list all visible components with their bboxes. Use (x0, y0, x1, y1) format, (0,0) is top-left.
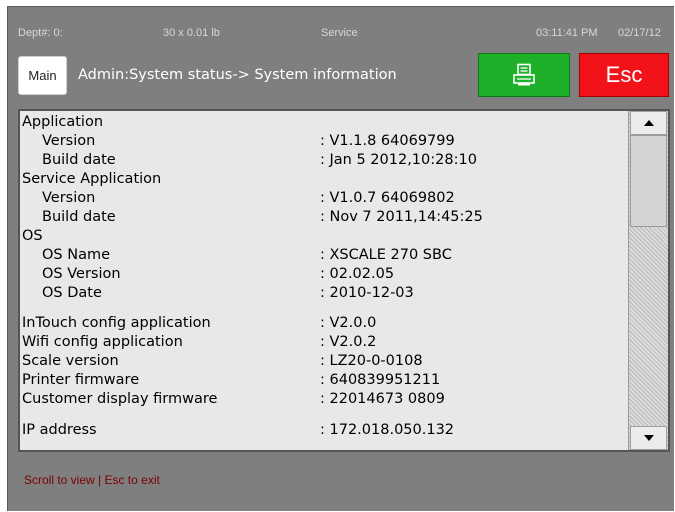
row-label: OS (22, 228, 43, 244)
row-value: : Nov 7 2011,14:45:25 (320, 209, 483, 225)
row-label: Service Application (22, 171, 162, 187)
row-printer-firmware: Printer firmware : 640839951211 (20, 372, 628, 391)
row-value: : V1.1.8 64069799 (320, 133, 455, 149)
system-info-panel[interactable]: Application Version : V1.1.8 64069799 Bu… (18, 109, 670, 452)
scroll-up-button[interactable] (630, 111, 667, 135)
row-label: OS Version (42, 266, 121, 282)
row-label: OS Name (42, 247, 111, 263)
row-value: : 640839951211 (320, 372, 441, 388)
row-wifi-config: Wifi config application : V2.0.2 (20, 334, 628, 353)
print-button[interactable] (478, 53, 570, 97)
section-application: Application (20, 114, 628, 133)
row-label: Build date (42, 209, 116, 225)
row-value: : LZ20-0-0108 (320, 353, 423, 369)
row-label: OS Date (42, 285, 102, 301)
system-info-list: Application Version : V1.1.8 64069799 Bu… (20, 111, 628, 450)
row-value: : 22014673 0809 (320, 391, 445, 407)
app-window: Dept#: 0: 30 x 0.01 lb Service 03:11:41 … (7, 6, 674, 511)
row-os-version: OS Version : 02.02.05 (20, 266, 628, 285)
row-service-build-date: Build date : Nov 7 2011,14:45:25 (20, 209, 628, 228)
row-value: : 172.018.050.132 (320, 422, 455, 438)
row-label: IP address (22, 422, 97, 438)
main-button[interactable]: Main (18, 56, 67, 95)
clock-date: 02/17/12 (618, 27, 661, 39)
mode-indicator: Service (321, 27, 358, 39)
row-label: Printer firmware (22, 372, 140, 388)
row-service-version: Version : V1.0.7 64069802 (20, 190, 628, 209)
row-label: Application (22, 114, 104, 130)
status-bar: Dept#: 0: 30 x 0.01 lb Service 03:11:41 … (8, 7, 674, 51)
row-value: : V2.0.2 (320, 334, 377, 350)
row-label: Customer display firmware (22, 391, 218, 407)
row-label: Scale version (22, 353, 119, 369)
row-value: : V1.0.7 64069802 (320, 190, 455, 206)
row-label: Version (42, 190, 96, 206)
dept-indicator: Dept#: 0: (18, 27, 63, 39)
row-os-date: OS Date : 2010-12-03 (20, 285, 628, 304)
row-app-version: Version : V1.1.8 64069799 (20, 133, 628, 152)
row-intouch-config: InTouch config application : V2.0.0 (20, 315, 628, 334)
arrow-down-icon (643, 435, 654, 441)
vertical-scrollbar[interactable] (628, 111, 668, 450)
row-value: : XSCALE 270 SBC (320, 247, 452, 263)
footer-hint: Scroll to view | Esc to exit (24, 473, 160, 487)
esc-button[interactable]: Esc (579, 53, 669, 97)
row-value: : Jan 5 2012,10:28:10 (320, 152, 477, 168)
row-label: Build date (42, 152, 116, 168)
row-value: : 2010-12-03 (320, 285, 414, 301)
row-label: InTouch config application (22, 315, 211, 331)
row-ip-address: IP address : 172.018.050.132 (20, 422, 628, 441)
row-label: Wifi config application (22, 334, 183, 350)
clock-time: 03:11:41 PM (536, 27, 598, 39)
arrow-up-icon (643, 120, 654, 126)
row-customer-display-firmware: Customer display firmware : 22014673 080… (20, 391, 628, 410)
row-value: : 02.02.05 (320, 266, 395, 282)
scroll-down-button[interactable] (630, 426, 667, 450)
row-scale-version: Scale version : LZ20-0-0108 (20, 353, 628, 372)
row-app-build-date: Build date : Jan 5 2012,10:28:10 (20, 152, 628, 171)
section-service-application: Service Application (20, 171, 628, 190)
row-os-name: OS Name : XSCALE 270 SBC (20, 247, 628, 266)
weight-indicator: 30 x 0.01 lb (163, 27, 220, 39)
section-os: OS (20, 228, 628, 247)
scroll-thumb[interactable] (630, 135, 667, 227)
row-label: Version (42, 133, 96, 149)
printer-icon (513, 63, 535, 86)
row-value: : V2.0.0 (320, 315, 377, 331)
page-title: Admin:System status-> System information (78, 67, 397, 83)
